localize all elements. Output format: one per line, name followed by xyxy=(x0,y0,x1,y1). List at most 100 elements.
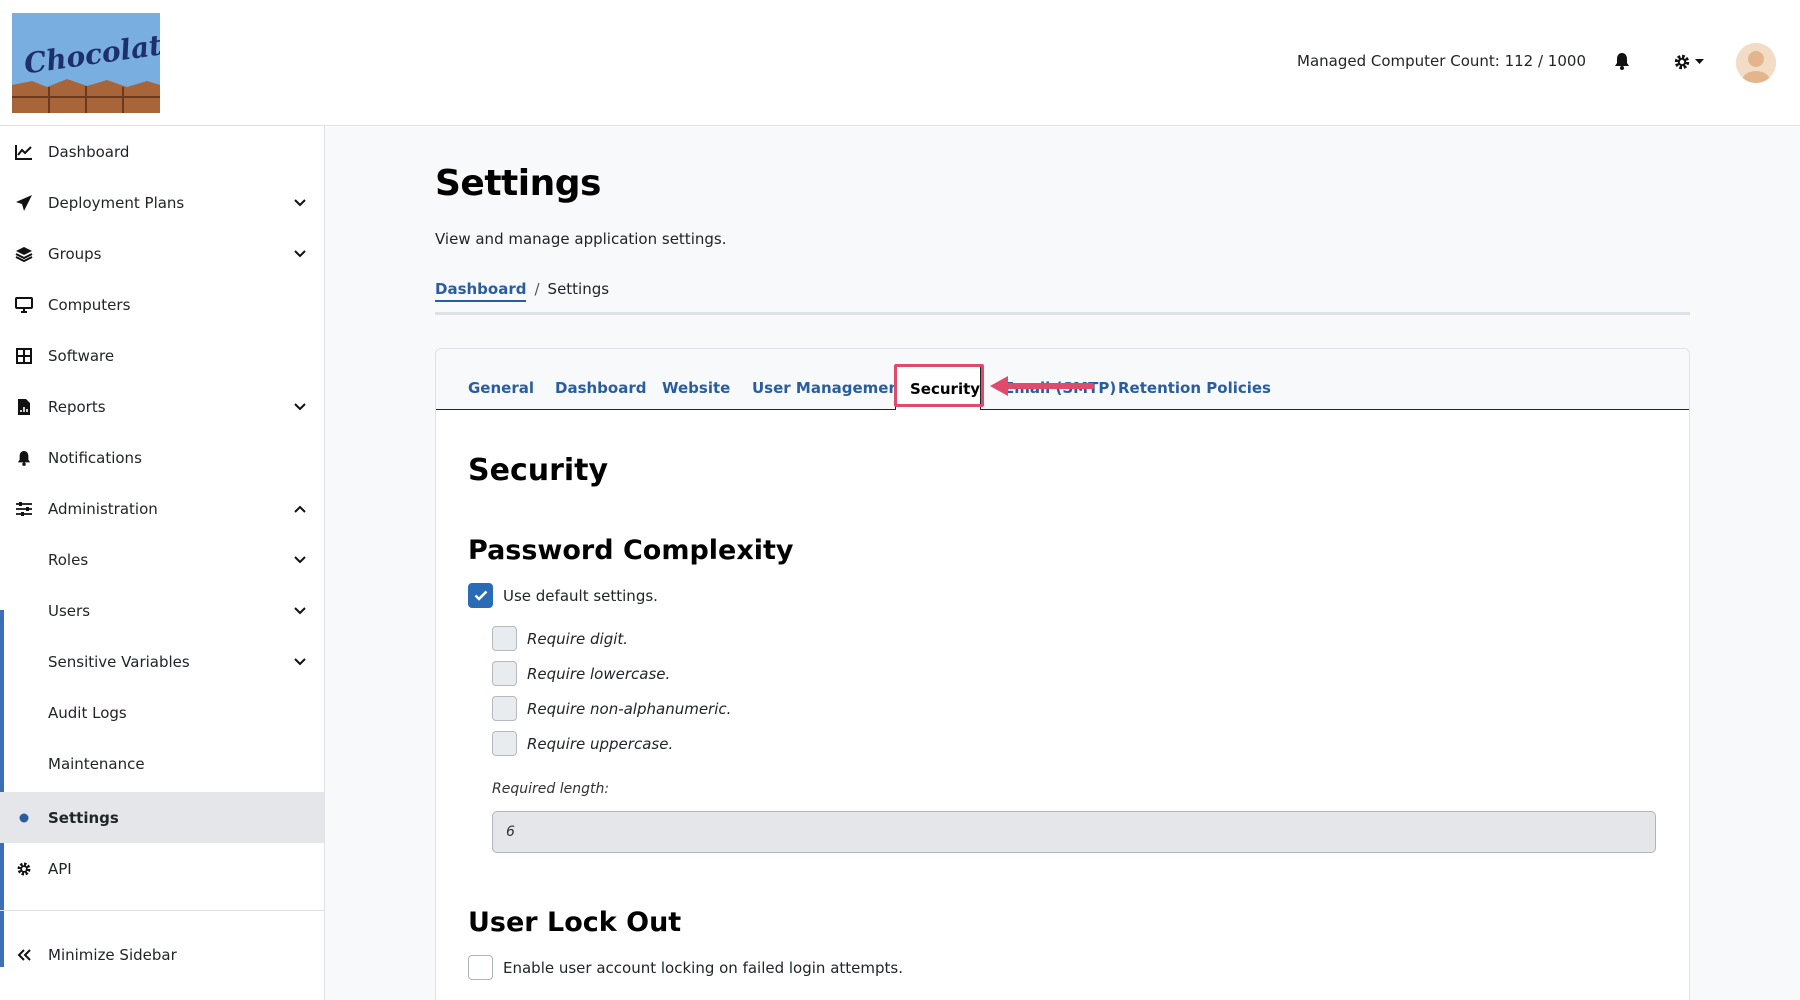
breadcrumb-separator: / xyxy=(534,280,540,298)
sidebar-item-sensitive-variables[interactable]: Sensitive Variables xyxy=(0,636,324,687)
require-uppercase-checkbox[interactable]: Require uppercase. xyxy=(492,731,673,756)
sliders-icon xyxy=(14,499,34,519)
sidebar-item-dashboard[interactable]: Dashboard xyxy=(0,126,324,177)
tab-retention-policies[interactable]: Retention Policies xyxy=(1118,379,1271,397)
arrow-left-icon xyxy=(990,376,1094,396)
table-cells-icon xyxy=(14,346,34,366)
chevron-down-icon xyxy=(294,198,306,206)
sidebar-item-deployment-plans[interactable]: Deployment Plans xyxy=(0,177,324,228)
sidebar-item-label: Sensitive Variables xyxy=(48,652,190,671)
tab-user-management[interactable]: User Management xyxy=(752,379,906,397)
chevron-down-icon xyxy=(294,657,306,665)
sidebar-item-users[interactable]: Users xyxy=(0,585,324,636)
use-default-settings-label: Use default settings. xyxy=(503,586,658,605)
sidebar-item-settings[interactable]: Settings xyxy=(0,792,324,843)
sidebar-item-label: Deployment Plans xyxy=(48,193,185,212)
checkbox[interactable] xyxy=(492,731,517,756)
chevron-down-icon xyxy=(294,606,306,614)
main-content: Settings View and manage application set… xyxy=(325,127,1800,1000)
gear-icon xyxy=(1674,54,1690,70)
enable-user-lockout-label: Enable user account locking on failed lo… xyxy=(503,958,903,977)
caret-down-icon xyxy=(1695,59,1704,64)
top-header: Chocolatey Managed Computer Count: 112 /… xyxy=(0,0,1800,126)
bell-icon[interactable] xyxy=(1614,52,1632,70)
sidebar-item-audit-logs[interactable]: Audit Logs xyxy=(0,687,324,738)
password-complexity-heading: Password Complexity xyxy=(468,535,794,566)
sidebar-item-label: Administration xyxy=(48,499,158,518)
tab-website[interactable]: Website xyxy=(662,379,730,397)
file-report-icon xyxy=(14,397,34,417)
sidebar-item-maintenance[interactable]: Maintenance xyxy=(0,738,324,789)
sidebar-item-label: Computers xyxy=(48,295,131,314)
paper-plane-icon xyxy=(14,193,34,213)
sidebar-item-label: Audit Logs xyxy=(48,703,127,722)
breadcrumb-current: Settings xyxy=(547,280,610,298)
sidebar-item-label: Dashboard xyxy=(48,142,130,161)
require-lowercase-checkbox[interactable]: Require lowercase. xyxy=(492,661,670,686)
require-non-alphanumeric-checkbox[interactable]: Require non-alphanumeric. xyxy=(492,696,731,721)
chart-line-icon xyxy=(14,142,34,162)
require-non-alphanumeric-label: Require non-alphanumeric. xyxy=(527,699,732,718)
sidebar-item-label: Notifications xyxy=(48,448,142,467)
header-divider xyxy=(435,312,1690,315)
checkbox[interactable] xyxy=(468,955,493,980)
settings-dropdown[interactable] xyxy=(1673,52,1709,72)
sidebar-item-label: Maintenance xyxy=(48,754,145,773)
settings-card: General Dashboard Website User Managemen… xyxy=(435,348,1690,1000)
minimize-sidebar-label: Minimize Sidebar xyxy=(48,945,177,964)
layer-group-icon xyxy=(14,244,34,264)
sidebar-item-administration[interactable]: Administration xyxy=(0,483,324,534)
require-digit-label: Require digit. xyxy=(527,629,629,648)
chocolatey-logo[interactable]: Chocolatey xyxy=(12,13,160,113)
page-title: Settings xyxy=(435,163,601,204)
chevron-up-icon xyxy=(294,505,306,513)
breadcrumb-dashboard-link[interactable]: Dashboard xyxy=(435,280,527,302)
chevron-down-icon xyxy=(294,402,306,410)
require-lowercase-label: Require lowercase. xyxy=(527,664,671,683)
checkbox[interactable] xyxy=(492,626,517,651)
page-subtitle: View and manage application settings. xyxy=(435,230,727,248)
enable-user-lockout-checkbox[interactable]: Enable user account locking on failed lo… xyxy=(468,955,903,980)
required-length-label: Required length: xyxy=(492,781,610,797)
tab-general[interactable]: General xyxy=(468,379,534,397)
checkbox[interactable] xyxy=(492,661,517,686)
chevron-down-icon xyxy=(294,249,306,257)
security-section-title: Security xyxy=(468,453,609,488)
breadcrumb: Dashboard / Settings xyxy=(435,280,609,302)
double-chevron-left-icon xyxy=(14,945,34,965)
require-uppercase-label: Require uppercase. xyxy=(527,734,674,753)
sidebar-item-computers[interactable]: Computers xyxy=(0,279,324,330)
sidebar-item-software[interactable]: Software xyxy=(0,330,324,381)
sidebar-item-label: Users xyxy=(48,601,91,620)
sidebar-item-reports[interactable]: Reports xyxy=(0,381,324,432)
sidebar-item-label: Settings xyxy=(48,808,119,827)
tab-dashboard[interactable]: Dashboard xyxy=(555,379,646,397)
settings-tabs: General Dashboard Website User Managemen… xyxy=(436,349,1689,410)
sidebar-item-api[interactable]: API xyxy=(0,843,324,894)
sidebar-item-label: API xyxy=(48,859,72,878)
sidebar-item-notifications[interactable]: Notifications xyxy=(0,432,324,483)
user-avatar[interactable] xyxy=(1736,43,1776,83)
gear-icon xyxy=(14,859,34,879)
sidebar-item-groups[interactable]: Groups xyxy=(0,228,324,279)
sidebar-item-label: Reports xyxy=(48,397,106,416)
bell-icon xyxy=(14,448,34,468)
sidebar: Dashboard Deployment Plans Groups Comput… xyxy=(0,126,325,1000)
highlight-annotation-box xyxy=(894,364,984,407)
checkbox[interactable] xyxy=(492,696,517,721)
active-dot-icon xyxy=(14,808,34,828)
require-digit-checkbox[interactable]: Require digit. xyxy=(492,626,628,651)
sidebar-item-label: Software xyxy=(48,346,115,365)
managed-computer-count: Managed Computer Count: 112 / 1000 xyxy=(1297,52,1586,70)
sidebar-item-label: Roles xyxy=(48,550,89,569)
checkbox-checked[interactable] xyxy=(468,583,493,608)
desktop-icon xyxy=(14,295,34,315)
use-default-settings-checkbox[interactable]: Use default settings. xyxy=(468,583,658,608)
sidebar-item-label: Groups xyxy=(48,244,102,263)
required-length-input[interactable]: 6 xyxy=(492,811,1656,853)
user-lock-out-heading: User Lock Out xyxy=(468,907,682,938)
sidebar-divider xyxy=(0,910,324,911)
sidebar-item-roles[interactable]: Roles xyxy=(0,534,324,585)
minimize-sidebar-button[interactable]: Minimize Sidebar xyxy=(0,929,324,980)
chevron-down-icon xyxy=(294,555,306,563)
